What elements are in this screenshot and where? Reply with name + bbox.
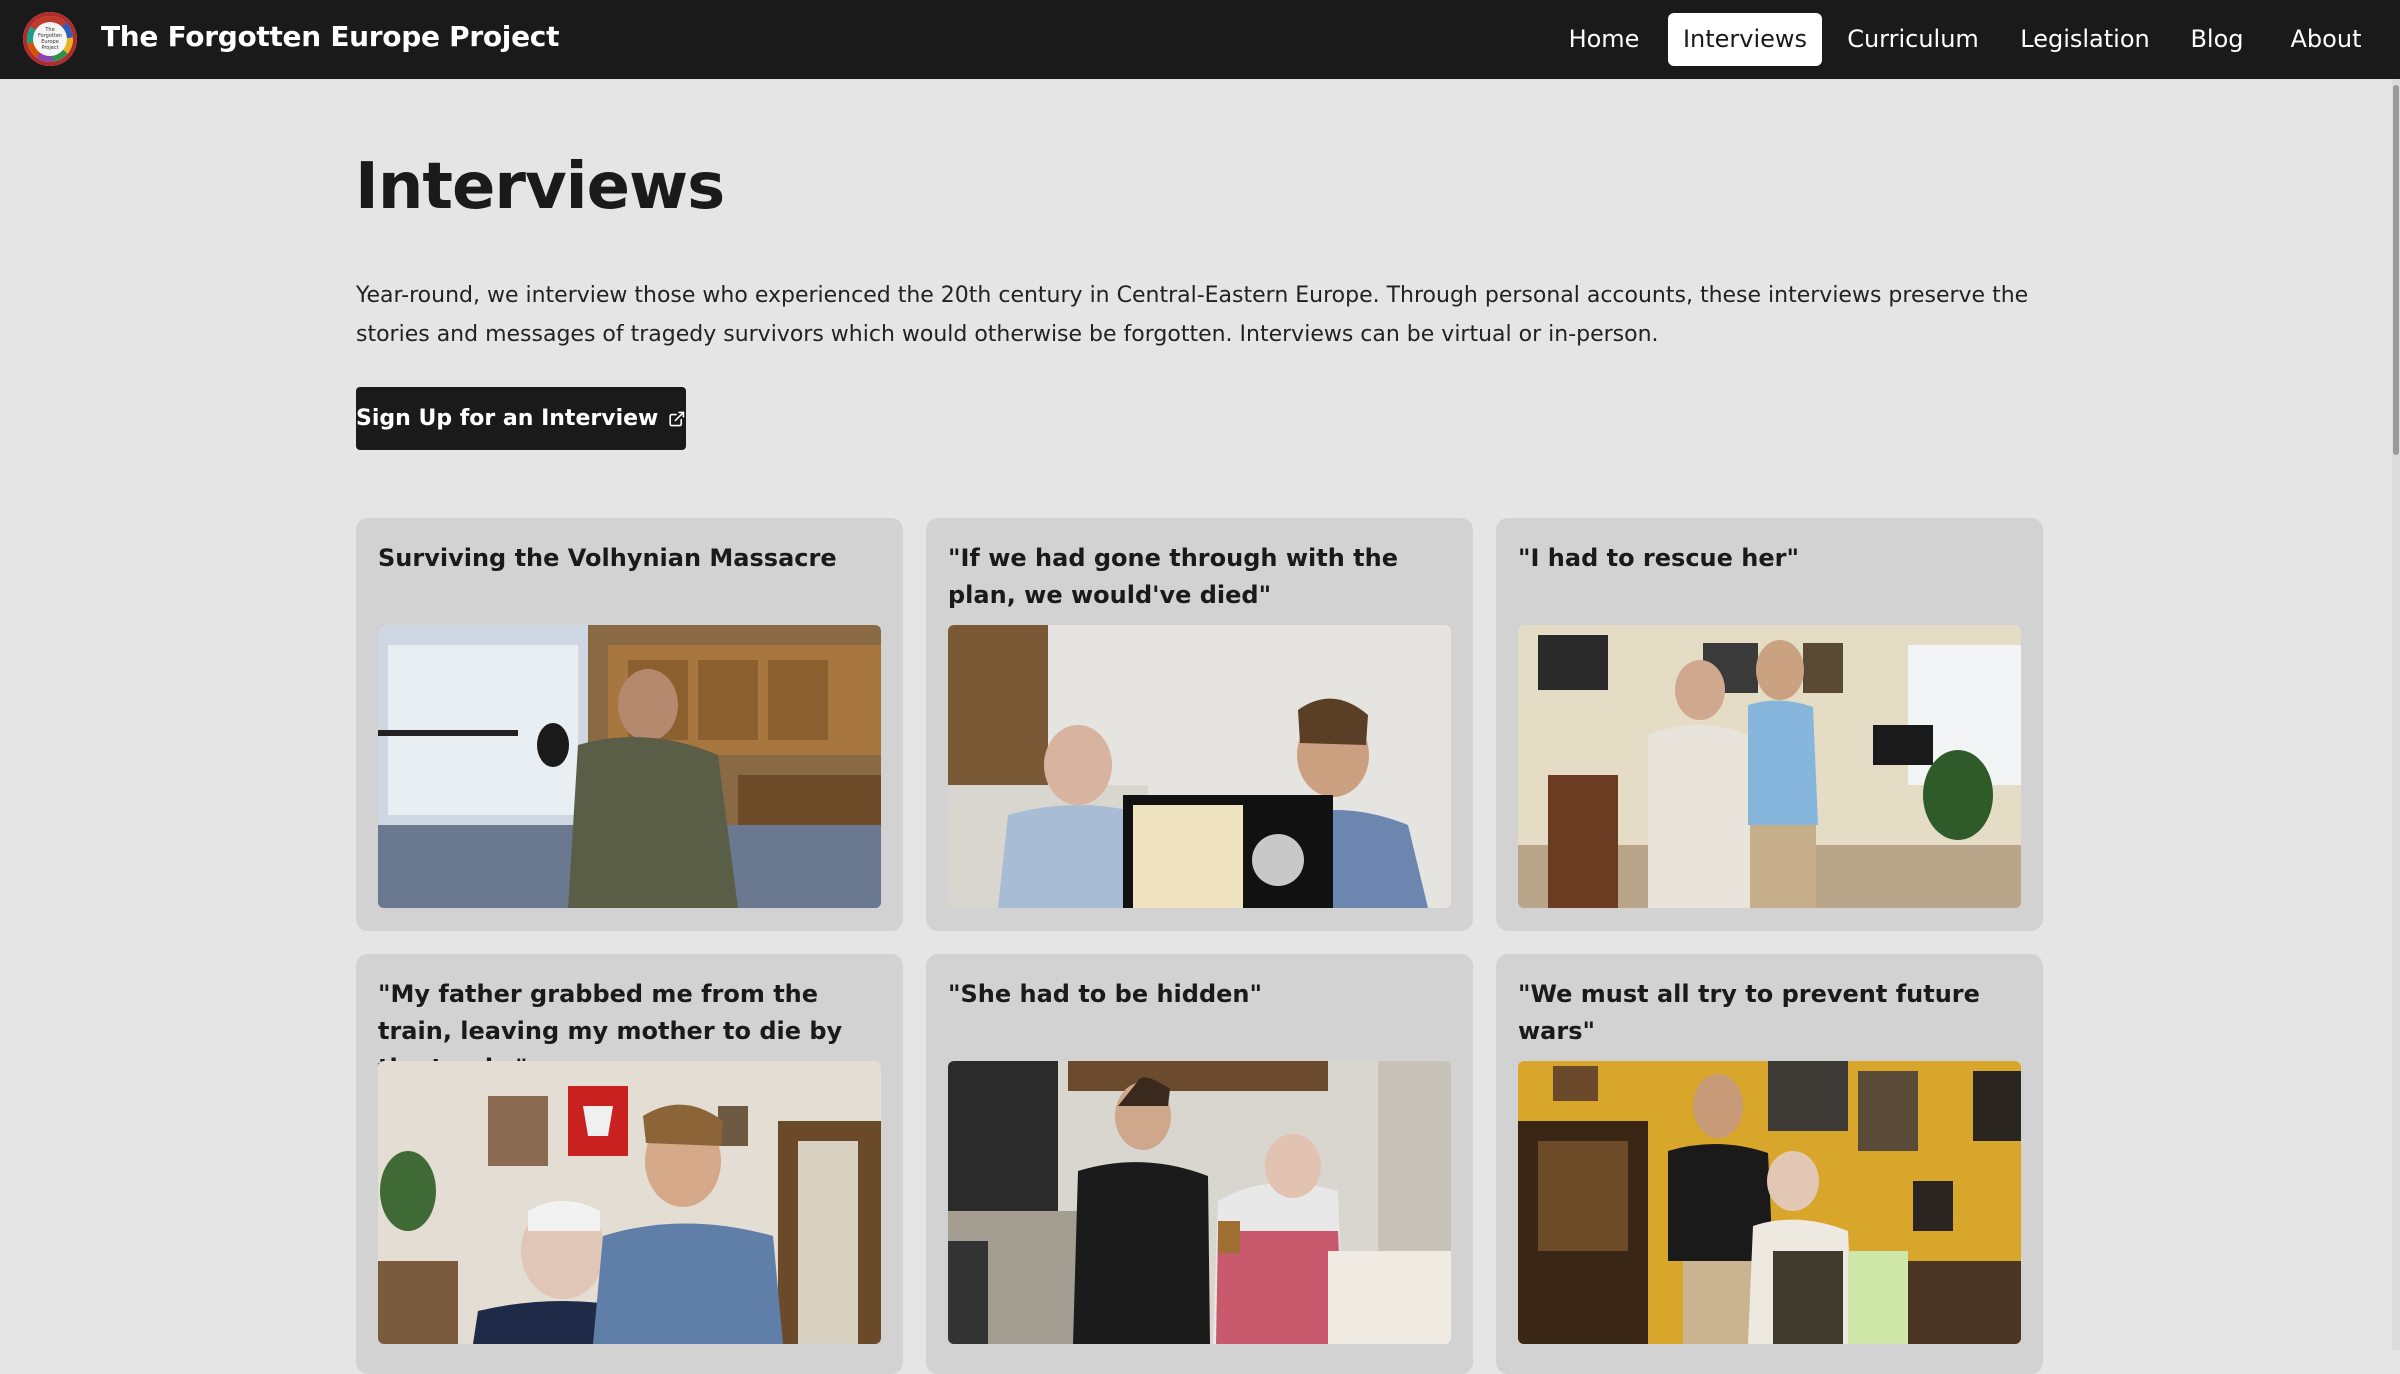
- interview-photo[interactable]: [1518, 625, 2021, 908]
- nav-home[interactable]: Home: [1554, 13, 1654, 66]
- page-scrollbar[interactable]: [2392, 79, 2400, 1350]
- interview-card-title[interactable]: "If we had gone through with the plan, w…: [948, 540, 1453, 614]
- interview-card-title[interactable]: "I had to rescue her": [1518, 540, 2023, 577]
- interview-photo[interactable]: [948, 1061, 1451, 1344]
- scrollbar-thumb[interactable]: [2393, 85, 2399, 455]
- interview-photo[interactable]: [378, 625, 881, 908]
- top-navbar: The Forgotten Europe Project The Forgott…: [0, 0, 2400, 79]
- page-title: Interviews: [355, 150, 725, 224]
- intro-paragraph: Year-round, we interview those who exper…: [356, 283, 2029, 347]
- interview-photo[interactable]: [948, 625, 1451, 908]
- site-title[interactable]: The Forgotten Europe Project: [101, 20, 559, 53]
- interview-card[interactable]: "My father grabbed me from the train, le…: [356, 954, 903, 1374]
- site-logo[interactable]: The Forgotten Europe Project: [23, 12, 77, 66]
- nav-about[interactable]: About: [2276, 13, 2376, 66]
- interview-card-title[interactable]: "We must all try to prevent future wars": [1518, 976, 2023, 1050]
- nav-blog[interactable]: Blog: [2182, 13, 2252, 66]
- interview-card[interactable]: "We must all try to prevent future wars": [1496, 954, 2043, 1374]
- signup-interview-button[interactable]: Sign Up for an Interview: [356, 387, 686, 450]
- interview-photo[interactable]: [1518, 1061, 2021, 1344]
- interview-card-title[interactable]: "She had to be hidden": [948, 976, 1453, 1013]
- nav-legislation[interactable]: Legislation: [2010, 13, 2160, 66]
- interview-card[interactable]: "I had to rescue her": [1496, 518, 2043, 931]
- signup-button-label: Sign Up for an Interview: [356, 406, 659, 431]
- nav-curriculum[interactable]: Curriculum: [1838, 13, 1988, 66]
- interview-card[interactable]: "If we had gone through with the plan, w…: [926, 518, 1473, 931]
- interview-card[interactable]: Surviving the Volhynian Massacre: [356, 518, 903, 931]
- interview-card[interactable]: "She had to be hidden": [926, 954, 1473, 1374]
- nav-interviews[interactable]: Interviews: [1668, 13, 1822, 66]
- logo-text: The Forgotten Europe Project: [33, 22, 67, 56]
- interview-card-title[interactable]: Surviving the Volhynian Massacre: [378, 540, 883, 577]
- interview-photo[interactable]: [378, 1061, 881, 1344]
- external-link-icon: [669, 411, 685, 426]
